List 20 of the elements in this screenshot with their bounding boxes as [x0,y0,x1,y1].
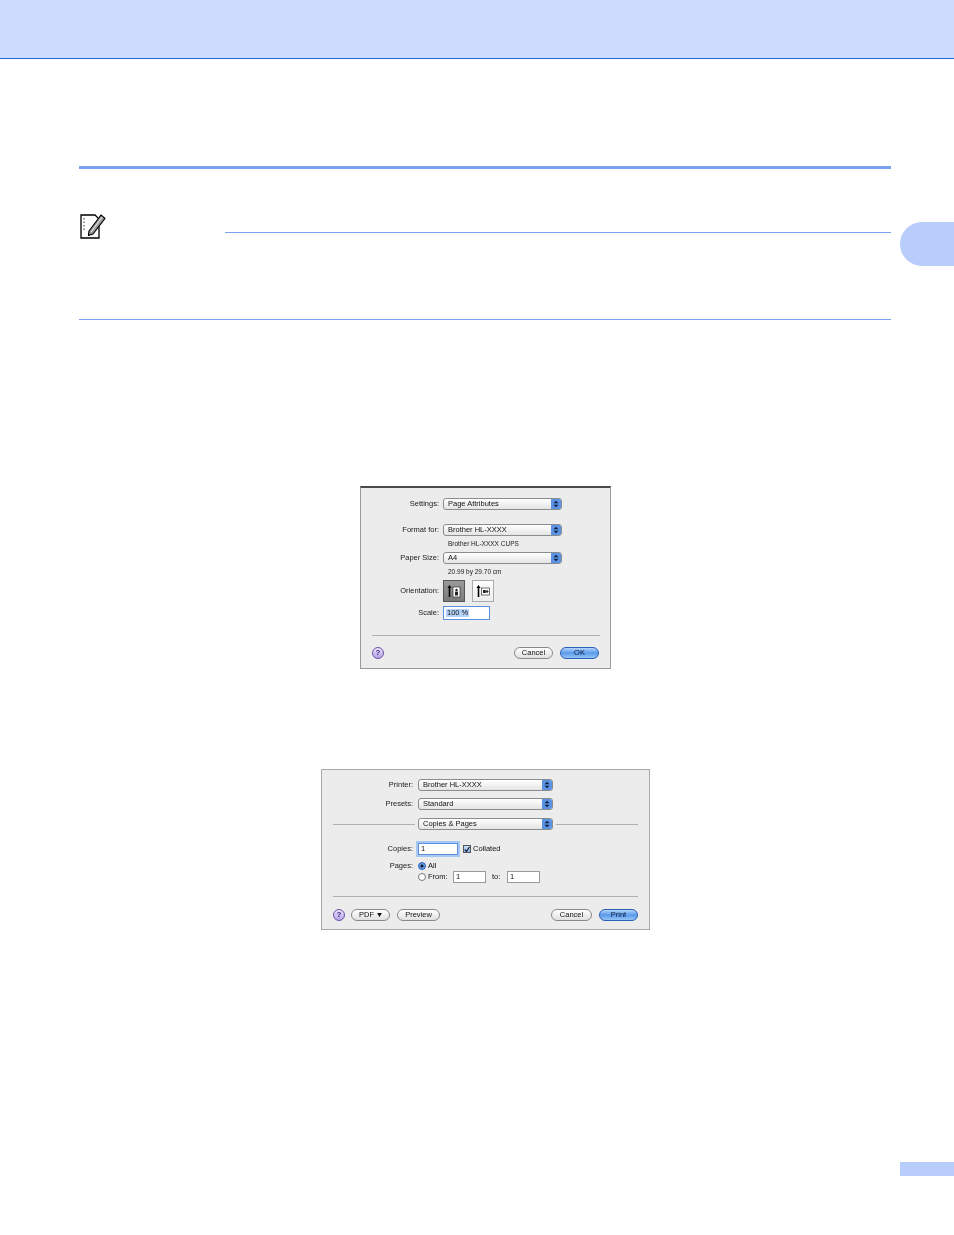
orientation-button[interactable] [443,580,465,602]
landscape-page-icon [476,584,490,598]
collated-checkbox[interactable] [463,845,471,853]
caret-down-icon [377,913,382,917]
radio-button[interactable] [418,861,426,870]
page-number-block [900,1162,954,1176]
check-icon [464,845,470,853]
chapter-marker-block [900,222,954,266]
orientation-button[interactable] [472,580,494,602]
up-down-arrows-icon [542,780,552,790]
help-button[interactable]: ? [372,647,384,659]
help-button[interactable]: ? [333,909,345,921]
up-down-arrows-icon [542,819,552,829]
radio-button[interactable] [418,873,426,881]
portrait-page-icon [447,584,461,598]
note-pencil-icon [80,212,106,239]
up-down-arrows-icon [542,799,552,809]
up-down-arrows-icon [551,499,561,509]
up-down-arrows-icon [551,553,561,563]
up-down-arrows-icon [551,525,561,535]
